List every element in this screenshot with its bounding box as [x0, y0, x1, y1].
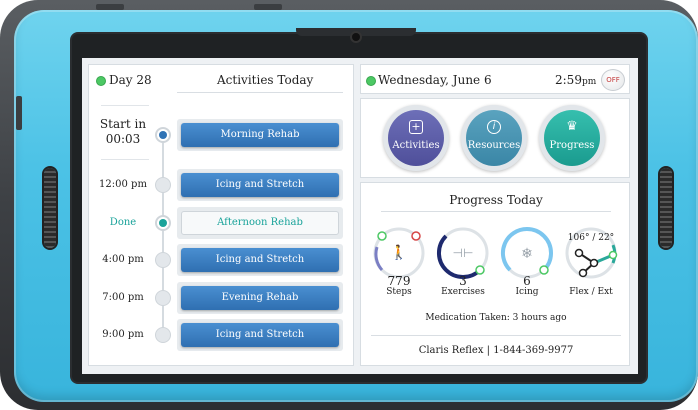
info-icon: i [487, 120, 501, 134]
speaker-grille-right [660, 168, 672, 248]
activity-card: Evening Rehab [177, 282, 343, 314]
activity-button-icing-stretch[interactable]: Icing and Stretch [181, 173, 339, 197]
divider [101, 105, 149, 106]
nav-activities-face[interactable]: + Activities [388, 110, 444, 166]
plus-icon: + [409, 120, 423, 134]
date-display: Wednesday, June 6 [367, 73, 492, 87]
activities-panel: Day 28 Activities Today Start in 00:03 M… [88, 64, 354, 366]
divider [177, 92, 343, 93]
power-off-button[interactable]: OFF [601, 69, 625, 91]
timeline-time: 7:00 pm [102, 292, 144, 303]
app-screen: Day 28 Activities Today Start in 00:03 M… [82, 58, 638, 374]
nav-resources-button[interactable]: i Resources [461, 105, 527, 171]
timeline-time: 4:00 pm [102, 254, 144, 265]
timeline-node-current [155, 127, 171, 143]
divider [371, 335, 621, 336]
countdown: 00:03 [105, 132, 141, 146]
activity-button-icing-stretch[interactable]: Icing and Stretch [181, 248, 339, 272]
steps-label: Steps [386, 287, 412, 297]
nav-progress-button[interactable]: ♛ Progress [539, 105, 605, 171]
activities-title: Activities Today [217, 73, 314, 87]
clock: 2:59pm [555, 73, 596, 87]
svg-text:⊣⊢: ⊣⊢ [453, 246, 474, 260]
nav-activities-button[interactable]: + Activities [383, 105, 449, 171]
nav-progress-label: Progress [549, 140, 595, 151]
flex-ext-label: Flex / Ext [569, 287, 613, 297]
clock-time: 2:59 [555, 73, 582, 87]
medication-status: Medication Taken: 3 hours ago [425, 313, 567, 323]
navigation-panel: + Activities i Resources ♛ Progress [360, 98, 630, 178]
exercises-label: Exercises [441, 287, 485, 297]
timeline-time: 12:00 pm [99, 179, 147, 190]
activity-card: Icing and Stretch [177, 244, 343, 276]
timeline-time: Start in 00:03 [93, 117, 153, 147]
contact-info: Claris Reflex | 1-844-369-9977 [418, 345, 574, 356]
trophy-icon: ♛ [566, 119, 578, 134]
start-label: Start in [99, 117, 147, 131]
icing-value: 6 [523, 274, 531, 288]
day-indicator: Day 28 [97, 73, 152, 87]
activity-button-afternoon-rehab[interactable]: Afternoon Rehab [181, 211, 339, 235]
activity-card: Icing and Stretch [177, 169, 343, 201]
timeline-node [155, 177, 171, 193]
volume-button [96, 4, 124, 10]
nav-activities-label: Activities [392, 140, 440, 151]
day-label: Day 28 [109, 73, 152, 87]
activity-button-morning-rehab[interactable]: Morning Rehab [181, 123, 339, 147]
divider [381, 211, 611, 212]
date-text: Wednesday, June 6 [378, 73, 492, 87]
activity-card: Icing and Stretch [177, 319, 343, 351]
clock-ampm: pm [581, 77, 597, 87]
side-button [16, 96, 22, 130]
progress-panel: Progress Today 🚶 779 Steps ⊣⊢ 3 Exercise… [360, 182, 630, 366]
flex-ext-gauge: 106° / 22° [565, 227, 618, 279]
activity-button-icing-stretch[interactable]: Icing and Stretch [181, 323, 339, 347]
timeline-node [155, 252, 171, 268]
timeline-node [155, 327, 171, 343]
timeline-status-done: Done [109, 217, 137, 228]
timeline-node-done [155, 215, 171, 231]
nav-resources-label: Resources [467, 140, 521, 151]
camera-icon [352, 33, 360, 41]
timeline-node [155, 290, 171, 306]
timeline-time: 9:00 pm [102, 329, 144, 340]
nav-resources-face[interactable]: i Resources [466, 110, 522, 166]
svg-text:❄: ❄ [521, 246, 533, 262]
status-dot-icon [97, 76, 105, 85]
activity-button-evening-rehab[interactable]: Evening Rehab [181, 286, 339, 310]
icing-label: Icing [515, 287, 539, 297]
flex-ext-value: 106° / 22° [568, 233, 614, 243]
svg-text:🚶: 🚶 [390, 244, 407, 261]
activity-card: Morning Rehab [177, 119, 343, 151]
speaker-grille-left [44, 168, 56, 248]
progress-title: Progress Today [449, 193, 543, 207]
nav-progress-face[interactable]: ♛ Progress [544, 110, 600, 166]
exercises-value: 3 [459, 274, 467, 288]
steps-value: 779 [387, 274, 411, 288]
status-dot-icon [367, 76, 375, 85]
divider [101, 159, 149, 160]
activity-card: Afternoon Rehab [177, 207, 343, 239]
power-button [254, 4, 282, 10]
date-time-bar: Wednesday, June 6 2:59pm OFF [360, 64, 630, 94]
